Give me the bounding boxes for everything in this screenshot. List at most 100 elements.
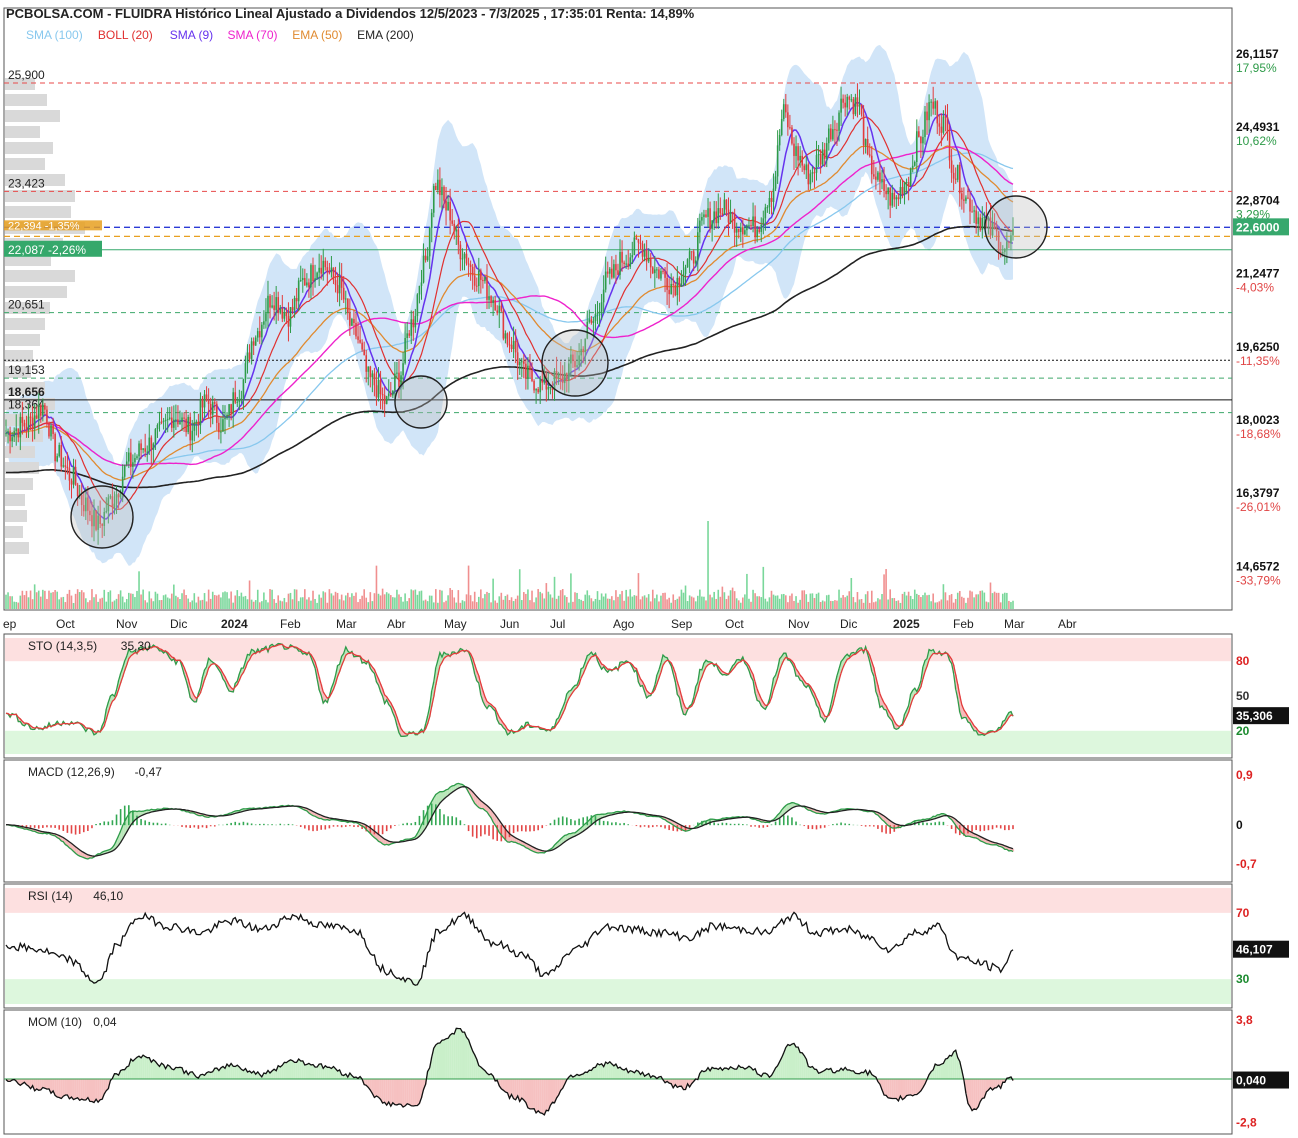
candle-body — [308, 282, 310, 288]
volume-bar — [682, 592, 685, 609]
candle-body — [19, 416, 22, 438]
volume-bar — [471, 601, 474, 609]
mom-fill — [64, 1078, 67, 1095]
macd-hist-bar — [549, 823, 552, 826]
mom-fill — [391, 1078, 394, 1103]
candle-body — [641, 243, 644, 257]
mom-fill — [678, 1078, 681, 1087]
volume-bar — [435, 589, 437, 609]
macd-hist-bar — [475, 825, 478, 839]
mom-fill — [440, 1040, 444, 1079]
volume-bar — [91, 589, 93, 609]
volume-bar — [9, 596, 11, 609]
mom-fill — [373, 1078, 376, 1098]
mom-fill — [45, 1078, 49, 1090]
candle-body — [310, 265, 312, 288]
mom-fill — [598, 1064, 601, 1079]
candle-body — [44, 405, 46, 410]
candle-body — [355, 323, 357, 337]
candle-body — [173, 419, 175, 428]
candle-body — [856, 97, 859, 107]
mom-fill — [131, 1061, 134, 1079]
price-x-axis: ep Oct Nov Dic 2024 Feb Mar Abr May Jun Jul Ago Sep O… — [3, 617, 1077, 631]
volume-bar — [211, 591, 214, 609]
candle-body — [191, 430, 194, 441]
mom-fill — [533, 1078, 536, 1109]
mom-fill — [164, 1068, 167, 1079]
mom-fill — [903, 1078, 906, 1099]
mom-fill — [287, 1060, 290, 1079]
mom-fill — [680, 1078, 683, 1087]
candle-body — [514, 340, 517, 353]
volume-bar — [688, 595, 691, 609]
candle-body — [596, 312, 599, 315]
macd-hist-bar — [656, 825, 658, 827]
sto-level-label: 20 — [1236, 724, 1250, 738]
macd-hist-bar — [480, 825, 482, 837]
macd-hist-bar — [103, 821, 106, 826]
mom-fill — [66, 1078, 69, 1096]
volume-bar — [551, 597, 554, 609]
mom-fill — [80, 1078, 83, 1100]
mom-fill — [58, 1078, 61, 1098]
candle-body — [658, 269, 660, 279]
volume-bar — [895, 600, 898, 609]
mom-fill — [514, 1078, 517, 1100]
volume-bar — [918, 595, 920, 609]
mom-fill — [389, 1078, 392, 1107]
candle-body — [185, 418, 187, 433]
mom-fill — [88, 1078, 92, 1102]
mom-fill — [404, 1078, 407, 1106]
volume-bar — [371, 601, 374, 609]
volume-bar — [782, 593, 785, 609]
candle-body — [756, 229, 758, 238]
macd-hist-bar — [987, 825, 990, 831]
volume-bar — [635, 595, 638, 609]
volume-bar — [400, 596, 402, 609]
volume-bar — [836, 600, 838, 609]
volume-bar — [123, 602, 126, 609]
candle-body — [373, 373, 376, 386]
mom-fill — [899, 1078, 902, 1097]
volume-bar — [510, 597, 513, 609]
legend-entry-1: BOLL (20) — [98, 28, 153, 42]
macd-hist-bar — [447, 816, 449, 826]
macd-hist-bar — [533, 825, 535, 832]
x-tick-label: Jul — [550, 617, 565, 631]
mom-fill — [784, 1047, 787, 1079]
macd-hist-bar — [770, 824, 773, 826]
macd-hist-bar — [942, 821, 945, 826]
macd-hist-bar — [873, 825, 875, 827]
candle-body — [913, 161, 916, 166]
volume-bar — [193, 593, 196, 609]
candle-body — [879, 172, 881, 182]
volume-bar — [868, 602, 871, 609]
x-tick-label: Ago — [613, 617, 635, 631]
sto-panel: STO (14,3,5) 35,30 80 50 2035,306 — [3, 633, 1289, 759]
volume-bar — [35, 592, 38, 609]
mom-fill — [547, 1078, 550, 1111]
mom-fill — [434, 1044, 437, 1079]
volume-bar — [58, 599, 61, 609]
candle-body — [58, 445, 61, 457]
mom-fill — [150, 1062, 153, 1079]
candle-body — [416, 294, 419, 317]
volume-bar — [342, 600, 345, 609]
candle-body — [213, 402, 216, 404]
candle-body — [50, 425, 52, 437]
volume-bar — [893, 598, 896, 609]
volume-bar — [150, 598, 153, 609]
candle-body — [201, 398, 204, 408]
mom-fill — [318, 1064, 321, 1079]
macd-hist-bar — [406, 822, 408, 826]
volume-bar — [981, 590, 984, 609]
candle-body — [627, 263, 630, 267]
volume-bar — [254, 600, 257, 609]
volume-bar — [154, 591, 157, 609]
x-tick-label: Oct — [725, 617, 744, 631]
volume-bar — [1001, 593, 1004, 609]
volume-bar — [277, 595, 280, 609]
macd-hist-bar — [373, 825, 376, 835]
macd-hist-bar — [836, 823, 838, 826]
volume-bar — [873, 602, 875, 609]
